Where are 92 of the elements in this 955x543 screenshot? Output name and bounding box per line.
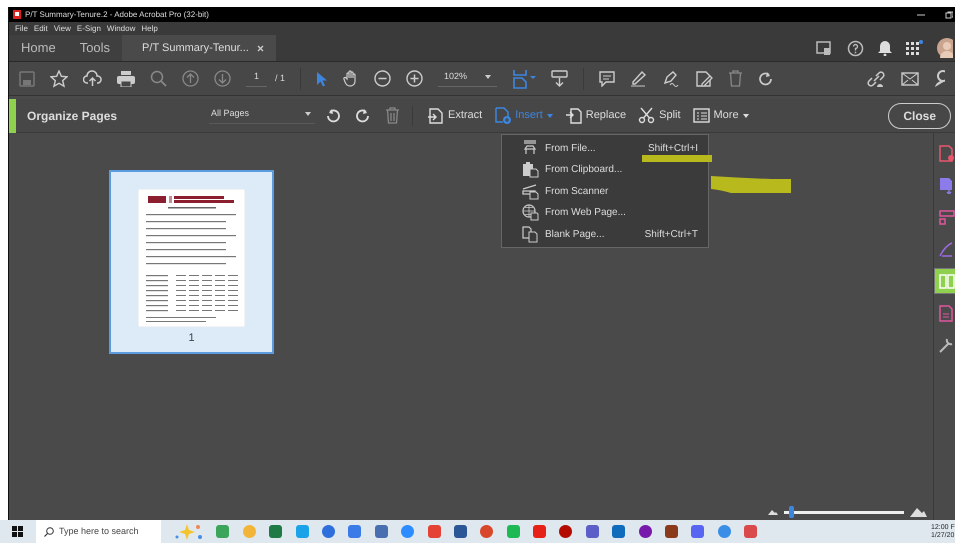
highlighter-icon[interactable] [630, 70, 648, 87]
pen-sign-icon[interactable] [662, 70, 680, 87]
avatar-icon[interactable] [937, 38, 953, 58]
mail-icon[interactable] [901, 72, 919, 86]
close-button[interactable]: Close [888, 102, 951, 128]
rotate-right-icon[interactable] [355, 108, 371, 124]
tab[interactable]: P/T Summary-Tenur... [122, 35, 276, 61]
menu-item[interactable]: From File... Shift+Ctrl+I [502, 141, 708, 155]
menu-item[interactable]: E-Sign [76, 22, 101, 34]
blank-page-icon [522, 226, 539, 242]
link-icon[interactable] [867, 70, 885, 86]
search-icon [44, 526, 54, 536]
menu-item[interactable]: From Scanner [502, 184, 708, 198]
app-icon[interactable] [612, 525, 626, 538]
page-range-dropdown[interactable]: All Pages [209, 107, 315, 124]
toolbar-button[interactable]: Extract [421, 107, 488, 124]
list-icon [692, 107, 710, 124]
accent-strip [9, 98, 16, 132]
menu-item[interactable]: Blank Page... Shift+Ctrl+T [502, 227, 708, 241]
toolbar-button[interactable]: Replace [558, 107, 632, 124]
app-icon[interactable] [586, 525, 599, 538]
page-fit-icon[interactable] [512, 68, 536, 88]
edit-document-icon[interactable] [695, 70, 714, 88]
trash-icon[interactable] [728, 70, 744, 87]
tab[interactable]: Tools [68, 35, 122, 61]
search-icon[interactable] [150, 70, 167, 87]
app-icon[interactable] [638, 525, 652, 538]
small-mountain-icon[interactable] [768, 509, 778, 515]
shortcut-label: Shift+Ctrl+T [644, 228, 698, 242]
app-icon[interactable] [533, 525, 546, 538]
menu-item[interactable]: View [54, 22, 71, 34]
scroll-mode-icon[interactable] [551, 70, 568, 87]
menu-item[interactable]: Window [106, 22, 136, 34]
window-title: P/T Summary-Tenure.2 - Adobe Acrobat Pro (32-bit) [25, 8, 209, 20]
clipboard-icon [522, 161, 539, 178]
extract-pages-icon [427, 107, 444, 124]
zoom-in-icon[interactable] [406, 70, 424, 87]
app-icon[interactable] [559, 525, 572, 538]
app-icon[interactable] [665, 525, 678, 538]
app-icon[interactable] [428, 525, 441, 538]
replace-page-icon [564, 107, 582, 124]
bell-icon[interactable] [878, 40, 892, 56]
help-icon[interactable] [847, 40, 864, 56]
organize-icon [938, 272, 955, 290]
large-mountain-icon[interactable] [910, 507, 927, 517]
page-number-field[interactable]: 1 [246, 70, 268, 87]
toolbar-button[interactable]: Split [632, 107, 687, 124]
rotate-left-icon[interactable] [325, 108, 341, 124]
insert-page-icon [494, 107, 512, 124]
pdf-icon [13, 10, 21, 19]
menu-item[interactable]: Edit [34, 22, 48, 34]
cloud-upload-icon[interactable] [83, 70, 102, 87]
page-total: / 1 [275, 72, 286, 85]
menu-item[interactable]: From Web Page... [502, 206, 708, 220]
app-icon[interactable] [744, 525, 758, 538]
apps-grid-icon[interactable] [906, 40, 923, 56]
scanner-icon [522, 182, 539, 200]
app-icon[interactable] [322, 525, 335, 538]
print-icon[interactable] [117, 70, 135, 86]
star-icon[interactable] [50, 70, 68, 88]
close-icon[interactable] [256, 44, 264, 52]
app-icon[interactable] [480, 525, 494, 538]
trash-icon[interactable] [385, 107, 400, 124]
app-icon[interactable] [348, 525, 362, 538]
globe-icon [522, 204, 539, 221]
file-insert-icon [522, 140, 539, 156]
scissors-icon [638, 107, 656, 124]
app-icon[interactable] [269, 525, 282, 538]
panel-title: Organize Pages [27, 108, 118, 124]
sparkle-icon[interactable] [175, 524, 203, 540]
page-number: 1 [188, 331, 195, 346]
search-field[interactable]: Type here to search [36, 520, 161, 543]
highlight-mark [642, 155, 712, 162]
zoom-out-icon[interactable] [374, 70, 392, 87]
menu-item[interactable]: From Clipboard... [502, 162, 708, 176]
zoom-field[interactable]: 102% [438, 70, 498, 87]
caret-icon [305, 112, 311, 116]
restore-icon[interactable] [945, 10, 953, 18]
comment-icon[interactable] [599, 70, 616, 86]
app-icon[interactable] [454, 525, 467, 538]
app-icon[interactable] [691, 525, 704, 538]
page-thumbnail[interactable]: 1 [109, 170, 274, 354]
menu-item[interactable]: File [15, 22, 28, 34]
tab[interactable]: Home [9, 35, 68, 61]
shortcut-label: Shift+Ctrl+I [648, 142, 698, 156]
caret-icon [485, 75, 492, 79]
menu-item[interactable]: Help [141, 22, 158, 34]
rotate-icon[interactable] [758, 70, 774, 86]
pointer-icon[interactable] [316, 70, 328, 86]
app-icon[interactable] [374, 525, 388, 538]
toolbar-button[interactable]: More [686, 107, 755, 124]
feedback-icon[interactable] [816, 40, 833, 56]
